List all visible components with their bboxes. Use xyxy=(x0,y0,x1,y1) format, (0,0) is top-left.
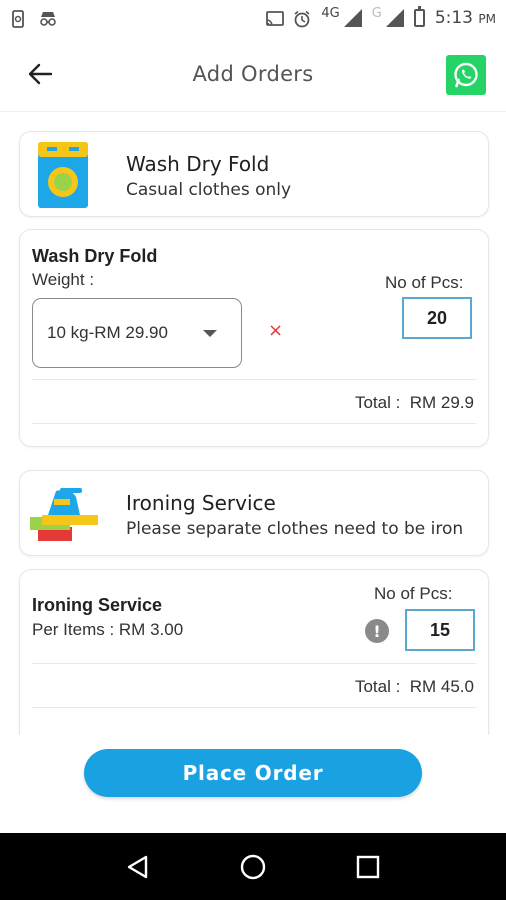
status-time: 5:13 PM xyxy=(435,8,496,28)
order-card-wash-dry-fold: Wash Dry Fold Weight : No of Pcs: 10 kg-… xyxy=(19,229,489,447)
status-time-value: 5:13 xyxy=(434,8,473,28)
service-title: Ironing Service xyxy=(126,491,276,515)
cast-icon xyxy=(265,10,285,26)
divider xyxy=(32,423,476,424)
incognito-icon xyxy=(38,10,56,26)
remove-icon[interactable]: × xyxy=(268,320,283,341)
weight-select-value: 10 kg-RM 29.90 xyxy=(47,323,168,342)
signal-strength-secondary-icon xyxy=(385,9,404,27)
nav-recents-button[interactable] xyxy=(351,850,385,884)
service-card-ironing[interactable]: Ironing Service Please separate clothes … xyxy=(19,470,489,556)
nav-home-button[interactable] xyxy=(236,850,270,884)
system-nav-bar xyxy=(0,833,506,900)
page-title: Add Orders xyxy=(192,61,314,86)
nav-back-icon xyxy=(127,855,147,878)
iron-icon xyxy=(30,485,98,543)
divider xyxy=(32,663,476,664)
network-type-secondary-label: G xyxy=(371,5,382,21)
status-time-suffix: PM xyxy=(478,12,496,26)
order-total: Total : RM 29.9 xyxy=(354,393,474,412)
network-type-label: 4G xyxy=(321,5,340,21)
divider xyxy=(32,707,476,708)
place-order-button[interactable]: Place Order xyxy=(84,749,422,797)
pcs-label: No of Pcs: xyxy=(385,273,464,292)
order-title: Wash Dry Fold xyxy=(32,246,158,266)
quantity-field[interactable]: 15 xyxy=(405,609,475,651)
signal-strength-icon xyxy=(343,9,362,27)
service-subtitle: Please separate clothes need to be iron xyxy=(126,519,464,539)
order-subtitle: Weight : xyxy=(32,270,95,289)
washing-machine-icon xyxy=(38,142,88,208)
whatsapp-button[interactable] xyxy=(446,55,486,95)
weight-select[interactable]: 10 kg-RM 29.90 xyxy=(32,298,242,368)
app-bar: Add Orders xyxy=(0,36,506,112)
arrow-left-icon xyxy=(28,63,53,85)
whatsapp-icon xyxy=(454,62,478,88)
quantity-field[interactable]: 20 xyxy=(402,297,472,339)
status-bar: 4G G 5:13 PM xyxy=(0,0,506,36)
nav-back-button[interactable] xyxy=(121,850,155,884)
phone-sync-icon xyxy=(10,10,28,28)
order-title: Ironing Service xyxy=(32,595,163,615)
nav-recents-icon xyxy=(357,855,380,878)
order-total: Total : RM 45.0 xyxy=(354,677,474,696)
service-title: Wash Dry Fold xyxy=(126,152,270,176)
service-subtitle: Casual clothes only xyxy=(126,180,292,200)
chevron-down-icon xyxy=(203,330,217,337)
alarm-icon xyxy=(293,10,311,28)
back-button[interactable] xyxy=(26,60,54,88)
service-card-wash-dry-fold[interactable]: Wash Dry Fold Casual clothes only xyxy=(19,131,489,217)
status-right-icons: 4G G 5:13 PM xyxy=(265,5,496,28)
nav-home-icon xyxy=(240,854,266,879)
status-left-icons xyxy=(10,10,56,28)
order-subtitle: Per Items : RM 3.00 xyxy=(32,620,184,639)
pcs-label: No of Pcs: xyxy=(374,584,453,603)
divider xyxy=(32,379,476,380)
battery-icon xyxy=(413,6,425,27)
info-icon[interactable]: ! xyxy=(365,619,389,643)
